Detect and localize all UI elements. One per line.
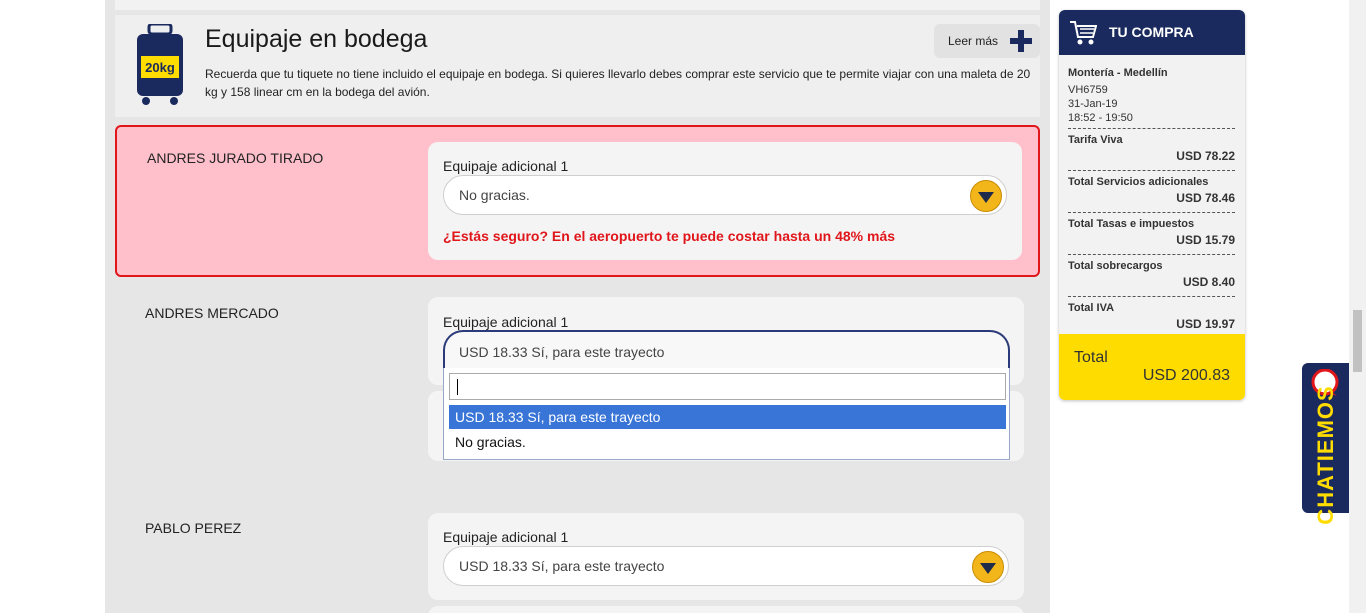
dropdown-arrow-icon[interactable]	[970, 180, 1002, 212]
page-scrollbar[interactable]	[1349, 0, 1366, 613]
flight-time: 18:52 - 19:50	[1068, 112, 1133, 124]
summary-line-value: USD 15.79	[1176, 233, 1235, 247]
summary-line-label: Total IVA	[1068, 302, 1115, 314]
summary-line: Tarifa Viva USD 78.22	[1068, 128, 1235, 167]
field-label: Equipaje adicional 1	[443, 529, 569, 545]
total-label: Total	[1074, 349, 1108, 366]
summary-header: TU COMPRA	[1059, 10, 1245, 55]
baggage-select-open[interactable]: USD 18.33 Sí, para este trayecto	[443, 330, 1010, 372]
summary-line: Total Servicios adicionales USD 78.46	[1068, 170, 1235, 209]
select-value: No gracias.	[459, 187, 530, 203]
section-title: Equipaje en bodega	[205, 25, 428, 53]
purchase-summary: TU COMPRA Montería - Medellín VH6759 31-…	[1059, 10, 1245, 400]
suitcase-icon: 20kg	[137, 24, 183, 105]
scrollbar-thumb[interactable]	[1353, 310, 1362, 372]
summary-line-label: Total sobrecargos	[1068, 260, 1163, 272]
summary-line: Total IVA USD 19.97	[1068, 296, 1235, 335]
passenger-name: ANDRES MERCADO	[145, 305, 279, 321]
bag-weight-label: 20kg	[145, 60, 175, 75]
summary-line: Total Tasas e impuestos USD 15.79	[1068, 212, 1235, 251]
baggage-field-card: Equipaje adicional 1 No gracias. ¿Estás …	[428, 142, 1022, 260]
page: 20kg Equipaje en bodega Recuerda que tu …	[0, 0, 1366, 613]
dropdown-option-highlighted[interactable]: USD 18.33 Sí, para este trayecto	[449, 405, 1006, 429]
flight-date: 31-Jan-19	[1068, 98, 1118, 110]
previous-section-edge	[115, 0, 1040, 10]
baggage-select[interactable]: No gracias.	[443, 175, 1007, 215]
passenger-row: PABLO PEREZ Equipaje adicional 1 USD 18.…	[115, 498, 1040, 613]
flight-route: Montería - Medellín	[1068, 67, 1168, 79]
field-label: Equipaje adicional 1	[443, 314, 569, 330]
read-more-label: Leer más	[948, 34, 999, 48]
select-value: USD 18.33 Sí, para este trayecto	[459, 558, 665, 574]
summary-line-label: Total Tasas e impuestos	[1068, 218, 1195, 230]
shopping-cart-icon	[1070, 21, 1097, 45]
warning-message: ¿Estás seguro? En el aeropuerto te puede…	[443, 228, 896, 244]
summary-line-value: USD 78.46	[1176, 191, 1235, 205]
summary-total: Total USD 200.83	[1059, 334, 1245, 400]
dropdown-search-input[interactable]	[449, 373, 1006, 400]
plus-icon	[1010, 30, 1032, 52]
dropdown-option[interactable]: No gracias.	[449, 430, 1006, 454]
field-label: Equipaje adicional 1	[443, 158, 569, 174]
chat-label: CHATIEMOS	[1313, 385, 1338, 525]
flight-number: VH6759	[1068, 84, 1108, 96]
total-value: USD 200.83	[1142, 367, 1230, 384]
baggage-header: 20kg Equipaje en bodega Recuerda que tu …	[115, 15, 1040, 117]
baggage-select[interactable]: USD 18.33 Sí, para este trayecto	[443, 546, 1009, 586]
summary-line-label: Total Servicios adicionales	[1068, 176, 1209, 188]
summary-line-value: USD 8.40	[1182, 275, 1235, 289]
dropdown-arrow-icon[interactable]	[972, 551, 1004, 583]
section-description: Recuerda que tu tiquete no tiene incluid…	[205, 67, 1031, 99]
passenger-name: ANDRES JURADO TIRADO	[147, 150, 324, 166]
summary-body: Montería - Medellín VH6759 31-Jan-19 18:…	[1068, 67, 1235, 336]
baggage-field-card: Equipaje adicional 1 USD 18.33 Sí, para …	[428, 513, 1024, 600]
dropdown-panel: USD 18.33 Sí, para este trayecto No grac…	[443, 368, 1010, 460]
text-caret	[457, 379, 458, 395]
read-more-button[interactable]: Leer más	[934, 24, 1040, 58]
summary-line-value: USD 78.22	[1176, 149, 1235, 163]
select-value: USD 18.33 Sí, para este trayecto	[459, 344, 665, 360]
main-content: 20kg Equipaje en bodega Recuerda que tu …	[105, 0, 1050, 613]
baggage-field-card-secondary	[428, 606, 1024, 613]
summary-line: Total sobrecargos USD 8.40	[1068, 254, 1235, 293]
summary-line-value: USD 19.97	[1176, 317, 1235, 331]
chat-widget-button[interactable]: CHATIEMOS	[1302, 363, 1349, 525]
summary-line-label: Tarifa Viva	[1068, 134, 1123, 146]
summary-title: TU COMPRA	[1109, 24, 1194, 40]
passenger-row-error: ANDRES JURADO TIRADO Equipaje adicional …	[115, 125, 1040, 277]
passenger-name: PABLO PEREZ	[145, 520, 242, 536]
